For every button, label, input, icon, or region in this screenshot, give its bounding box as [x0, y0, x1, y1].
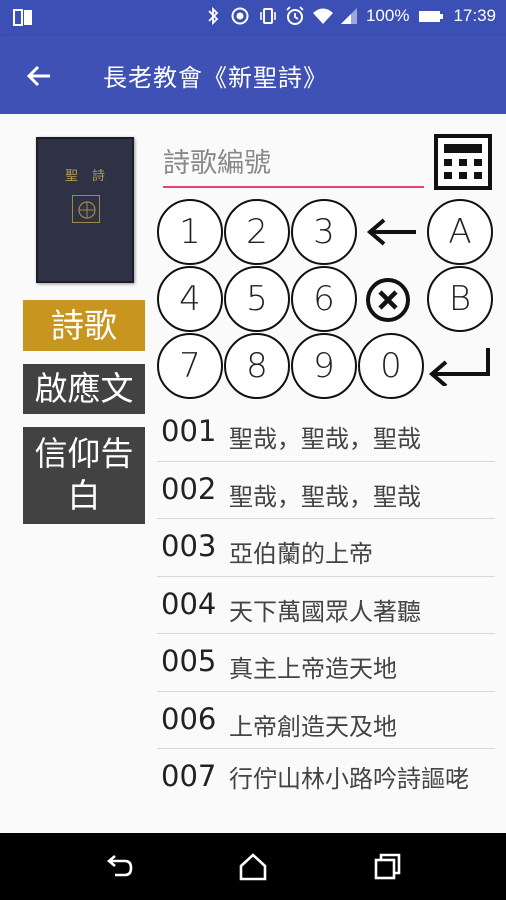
hymn-title: 亞伯蘭的上帝 [229, 540, 373, 568]
status-bar: 100% 17:39 [0, 0, 506, 36]
cross-emblem-icon [72, 195, 100, 223]
key-8[interactable]: 8 [224, 333, 290, 399]
hymnal-cover-image: 聖詩 [36, 137, 134, 283]
hymn-title: 行佇山林小路吟詩謳咾 [229, 765, 469, 793]
hymn-title: 聖哉，聖哉，聖哉 [229, 425, 421, 453]
backspace-arrow-icon[interactable] [366, 216, 418, 248]
nav-home-icon[interactable] [237, 851, 269, 883]
hymn-title: 聖哉，聖哉，聖哉 [229, 482, 421, 511]
key-1[interactable]: 1 [157, 199, 223, 265]
list-item[interactable]: 002 聖哉，聖哉，聖哉 [157, 462, 495, 519]
list-item[interactable]: 005 真主上帝造天地 [157, 634, 495, 692]
category-confession-of-faith[interactable]: 信仰告白 [23, 427, 145, 524]
hymn-title: 天下萬國眾人著聽 [229, 597, 421, 626]
list-item[interactable]: 001 聖哉，聖哉，聖哉 [157, 404, 495, 462]
list-item[interactable]: 003 亞伯蘭的上帝 [157, 519, 495, 577]
clock: 17:39 [453, 6, 496, 25]
key-9[interactable]: 9 [291, 333, 357, 399]
key-5[interactable]: 5 [224, 266, 290, 332]
system-nav-bar [0, 833, 506, 900]
hymnal-cover-title: 聖詩 [64, 169, 119, 184]
arrow-back-icon[interactable] [22, 58, 58, 94]
app-bar: 長老教會《新聖詩》 [0, 36, 506, 114]
page-title: 長老教會《新聖詩》 [103, 64, 328, 92]
hymn-number: 002 [161, 471, 217, 506]
calculator-icon[interactable] [434, 134, 492, 190]
signal-icon [339, 6, 357, 26]
hymn-number: 001 [161, 414, 217, 448]
wifi-icon [312, 6, 333, 26]
key-b[interactable]: B [427, 266, 493, 332]
list-item[interactable]: 007 行佇山林小路吟詩謳咾 [157, 749, 495, 829]
clear-x-icon[interactable] [364, 276, 412, 324]
alarm-icon [285, 6, 304, 26]
battery-icon [418, 6, 444, 26]
list-item[interactable]: 006 上帝創造天及地 [157, 692, 495, 749]
enter-return-icon[interactable] [428, 346, 494, 388]
hymn-number: 003 [161, 529, 217, 563]
main-content: 聖詩 詩歌 啟應文 信仰告白 1 2 3 A 4 5 6 B 7 8 9 0 0 [0, 114, 506, 833]
key-a[interactable]: A [427, 199, 493, 265]
hymn-number: 005 [161, 644, 217, 678]
hymn-title: 真主上帝造天地 [229, 655, 397, 683]
category-responsive-readings[interactable]: 啟應文 [23, 364, 145, 414]
do-not-disturb-icon [231, 6, 249, 26]
key-3[interactable]: 3 [291, 199, 357, 265]
key-2[interactable]: 2 [224, 199, 290, 265]
hymn-number: 006 [161, 701, 217, 736]
hymn-number: 004 [161, 586, 217, 621]
bluetooth-icon [204, 6, 222, 26]
hymn-number: 007 [161, 759, 217, 793]
key-7[interactable]: 7 [157, 333, 223, 399]
key-0[interactable]: 0 [358, 333, 424, 399]
battery-percent: 100% [365, 6, 410, 25]
key-6[interactable]: 6 [291, 266, 357, 332]
category-hymns[interactable]: 詩歌 [23, 300, 145, 351]
nav-back-icon[interactable] [103, 851, 135, 883]
vibrate-icon [258, 6, 276, 26]
key-4[interactable]: 4 [157, 266, 223, 332]
hymn-title: 上帝創造天及地 [229, 712, 397, 741]
hymn-list: 001 聖哉，聖哉，聖哉 002 聖哉，聖哉，聖哉 003 亞伯蘭的上帝 004… [157, 404, 495, 829]
sim-card-icon [12, 8, 34, 28]
nav-recents-icon[interactable] [371, 851, 403, 883]
hymn-number-input[interactable] [163, 140, 424, 188]
list-item[interactable]: 004 天下萬國眾人著聽 [157, 577, 495, 634]
